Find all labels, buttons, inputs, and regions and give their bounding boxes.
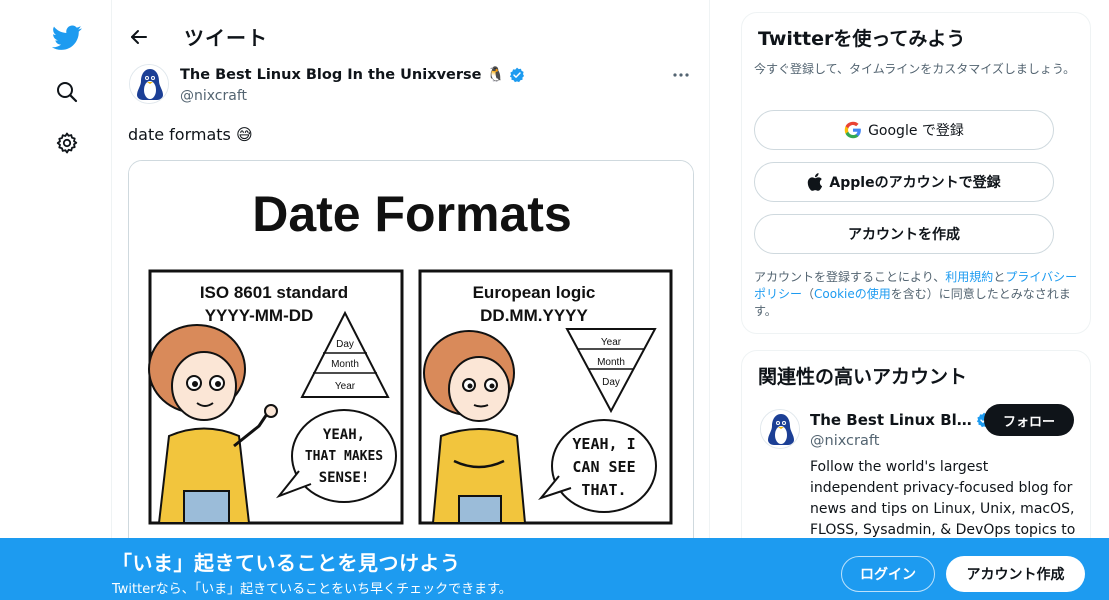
pyramid-right-bottom: Day bbox=[602, 377, 620, 388]
banner-subtitle: Twitterなら、「いま」起きていることをいち早くチェックできます。 bbox=[112, 582, 512, 597]
banner-title: 「いま」起きていることを見つけよう bbox=[112, 551, 461, 575]
tweet-media[interactable]: Date Formats ISO 8601 standard YYYY-MM-D… bbox=[128, 160, 694, 560]
signup-card: Twitterを使ってみよう 今すぐ登録して、タイムラインをカスタマイズしましょ… bbox=[741, 12, 1091, 334]
date-formats-comic-image: Date Formats ISO 8601 standard YYYY-MM-D… bbox=[129, 161, 693, 559]
search-icon bbox=[57, 82, 78, 103]
panel-right-heading: European logic bbox=[473, 283, 596, 302]
pyramid-left-mid: Month bbox=[331, 359, 359, 370]
related-handle[interactable]: @nixcraft bbox=[810, 433, 879, 449]
penguin-avatar-icon bbox=[130, 65, 168, 103]
create-account-button[interactable]: アカウントを作成 bbox=[754, 214, 1054, 254]
bottom-banner: 「いま」起きていることを見つけよう Twitterなら、「いま」起きていることを… bbox=[0, 538, 1109, 600]
legal-notice: アカウントを登録することにより、利用規約とプライバシーポリシー（Cookieの使… bbox=[754, 269, 1084, 320]
author-handle[interactable]: @nixcraft bbox=[180, 88, 247, 104]
legal-paren: （ bbox=[802, 287, 815, 301]
speech-left-1: YEAH, bbox=[323, 427, 365, 443]
apple-logo-icon bbox=[808, 173, 823, 191]
comic-panel-right: European logic DD.MM.YYYY Year Month Day bbox=[418, 269, 673, 525]
right-sidebar: Twitterを使ってみよう 今すぐ登録して、タイムラインをカスタマイズしましょ… bbox=[741, 12, 1091, 590]
speech-right-1: YEAH, I bbox=[572, 435, 635, 453]
signup-subtitle: 今すぐ登録して、タイムラインをカスタマイズしましょう。 bbox=[754, 62, 1076, 76]
apple-signup-button[interactable]: Appleのアカウントで登録 bbox=[754, 162, 1054, 202]
verified-badge-icon bbox=[509, 67, 524, 82]
twitter-logo-icon bbox=[52, 25, 82, 50]
speech-left-3: SENSE! bbox=[319, 470, 370, 486]
comic-panel-left: ISO 8601 standard YYYY-MM-DD Day Month Y… bbox=[148, 269, 404, 525]
panel-left-format: YYYY-MM-DD bbox=[205, 306, 314, 325]
legal-text-and: と bbox=[993, 270, 1006, 284]
cookie-link[interactable]: Cookieの使用 bbox=[814, 287, 891, 301]
tweet-text: date formats 😅 bbox=[128, 125, 253, 144]
twitter-logo-button[interactable] bbox=[44, 15, 90, 61]
settings-button[interactable] bbox=[44, 120, 90, 166]
signup-title: Twitterを使ってみよう bbox=[758, 28, 966, 50]
speech-right-2: CAN SEE bbox=[572, 458, 635, 476]
google-logo-icon bbox=[844, 121, 861, 139]
speech-left-2: THAT MAKES bbox=[305, 449, 383, 464]
related-name-text: The Best Linux Bl… bbox=[810, 411, 972, 429]
author-name-text: The Best Linux Blog In the Unixverse 🐧 bbox=[180, 67, 505, 83]
create-account-label: アカウントを作成 bbox=[848, 227, 960, 243]
google-signup-button[interactable]: Google で登録 bbox=[754, 110, 1054, 150]
related-name[interactable]: The Best Linux Bl… bbox=[810, 411, 992, 429]
page-title: ツイート bbox=[184, 26, 268, 50]
more-dots-icon bbox=[673, 73, 689, 77]
terms-link[interactable]: 利用規約 bbox=[945, 270, 993, 284]
legal-text-pre: アカウントを登録することにより、 bbox=[754, 270, 946, 284]
speech-right-3: THAT. bbox=[581, 481, 626, 499]
more-options-button[interactable] bbox=[667, 64, 695, 86]
penguin-avatar-icon bbox=[761, 410, 799, 448]
app: ツイート The Best Linux Blog In the Unixvers… bbox=[0, 0, 1109, 600]
banner-create-account-button[interactable]: アカウント作成 bbox=[946, 556, 1085, 592]
related-avatar[interactable] bbox=[760, 409, 800, 449]
apple-signup-label: Appleのアカウントで登録 bbox=[829, 175, 1001, 191]
panel-left-heading: ISO 8601 standard bbox=[200, 283, 348, 302]
back-button[interactable] bbox=[122, 20, 156, 54]
left-nav bbox=[0, 0, 112, 600]
pyramid-left-bottom: Year bbox=[335, 381, 356, 392]
related-bio: Follow the world's largest independent p… bbox=[810, 459, 1076, 538]
google-signup-label: Google で登録 bbox=[868, 123, 964, 139]
author-avatar[interactable] bbox=[129, 64, 169, 104]
explore-button[interactable] bbox=[44, 69, 90, 115]
back-arrow-icon bbox=[131, 30, 147, 44]
panel-right-format: DD.MM.YYYY bbox=[480, 306, 588, 325]
follow-button[interactable]: フォロー bbox=[984, 404, 1074, 436]
comic-title: Date Formats bbox=[252, 186, 572, 242]
pyramid-right-top: Year bbox=[601, 337, 622, 348]
pyramid-left-top: Day bbox=[336, 339, 354, 350]
related-title: 関連性の高いアカウント bbox=[758, 366, 968, 388]
settings-icon bbox=[56, 132, 78, 154]
main-column: ツイート The Best Linux Blog In the Unixvers… bbox=[112, 0, 710, 600]
login-button[interactable]: ログイン bbox=[841, 556, 935, 592]
pyramid-right-mid: Month bbox=[597, 357, 625, 368]
author-name[interactable]: The Best Linux Blog In the Unixverse 🐧 bbox=[180, 66, 525, 83]
